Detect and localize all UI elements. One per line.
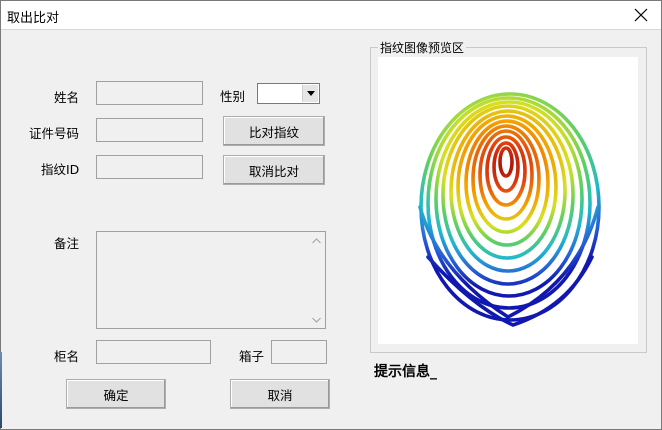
id-number-label: 证件号码 (29, 126, 80, 141)
remarks-scrollbar[interactable] (308, 232, 325, 328)
ok-button[interactable]: 确定 (66, 379, 166, 409)
gender-label: 性别 (220, 89, 246, 104)
close-icon (634, 8, 648, 22)
chevron-up-icon (312, 237, 321, 243)
close-button[interactable] (621, 1, 661, 29)
scroll-up-button[interactable] (308, 232, 325, 249)
desktop-background-edge (0, 352, 2, 428)
dialog-window: 取出比对 姓名 性别 证件号码 比对指纹 指纹ID 取消比对 备注 柜名 箱子 … (0, 0, 662, 430)
id-number-field[interactable] (96, 118, 203, 142)
fingerprint-image (418, 92, 601, 327)
remarks-textarea[interactable] (96, 231, 326, 329)
window-title: 取出比对 (7, 11, 60, 26)
cancel-button[interactable]: 取消 (230, 379, 330, 409)
name-label: 姓名 (54, 90, 80, 105)
box-label: 箱子 (239, 349, 265, 364)
scroll-down-button[interactable] (308, 311, 325, 328)
compare-fingerprint-button[interactable]: 比对指纹 (223, 116, 325, 146)
fingerprint-id-field[interactable] (96, 155, 203, 179)
chevron-down-icon (306, 91, 315, 96)
dropdown-button[interactable] (302, 85, 318, 102)
box-field[interactable] (271, 340, 327, 364)
title-bar[interactable]: 取出比对 (1, 1, 661, 30)
remarks-label: 备注 (54, 236, 80, 251)
cancel-compare-button[interactable]: 取消比对 (223, 155, 325, 185)
hint-message: 提示信息_ (374, 364, 437, 380)
chevron-down-icon (312, 317, 321, 323)
gender-select[interactable] (257, 83, 320, 104)
fingerprint-id-label: 指纹ID (41, 162, 80, 177)
cabinet-label: 柜名 (54, 349, 80, 364)
cabinet-field[interactable] (96, 340, 211, 364)
fingerprint-preview-area (378, 57, 638, 344)
name-field[interactable] (96, 81, 203, 105)
preview-group-title: 指纹图像预览区 (378, 39, 467, 56)
